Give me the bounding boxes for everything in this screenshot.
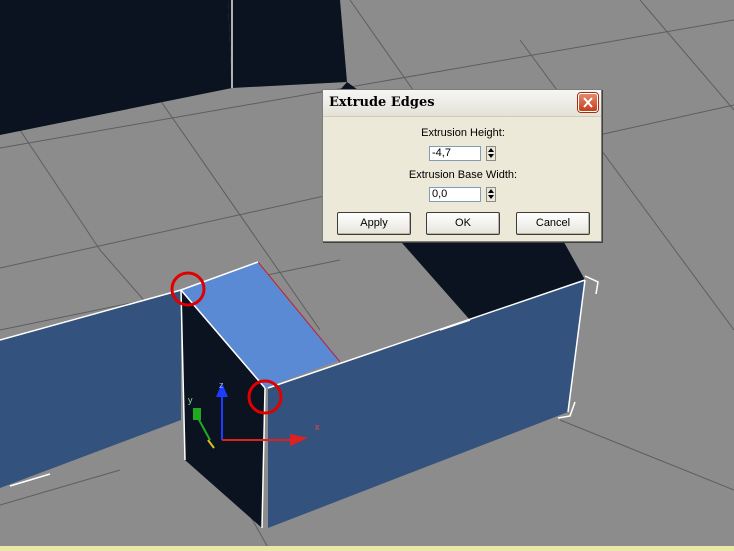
3d-viewport[interactable]: x z y <box>0 0 734 551</box>
cancel-button[interactable]: Cancel <box>516 212 590 235</box>
extrusion-base-width-input[interactable]: 0,0 <box>429 187 481 202</box>
svg-text:y: y <box>188 395 193 405</box>
extrusion-base-width-label: Extrusion Base Width: <box>408 169 518 181</box>
right-wall-face <box>268 280 585 528</box>
status-strip <box>0 546 734 551</box>
back-wall <box>0 0 232 135</box>
spinner-down-icon[interactable] <box>487 153 495 159</box>
extrusion-height-input[interactable]: -4,7 <box>429 146 481 161</box>
extrude-edges-dialog: Extrude Edges Extrusion Height: -4,7 Ext… <box>322 89 602 242</box>
dialog-title: Extrude Edges <box>329 95 435 110</box>
svg-text:z: z <box>219 380 224 390</box>
ok-button[interactable]: OK <box>426 212 500 235</box>
dialog-titlebar[interactable]: Extrude Edges <box>323 90 601 117</box>
svg-text:x: x <box>315 422 320 432</box>
close-icon <box>583 97 593 108</box>
apply-button[interactable]: Apply <box>337 212 411 235</box>
extrusion-height-label: Extrusion Height: <box>421 127 505 139</box>
extrusion-height-spinner[interactable] <box>486 146 496 161</box>
spinner-down-icon[interactable] <box>487 194 495 200</box>
left-wall-face <box>0 290 181 488</box>
close-button[interactable] <box>578 93 598 112</box>
extrusion-base-width-spinner[interactable] <box>486 187 496 202</box>
back-wall-right <box>228 0 347 88</box>
